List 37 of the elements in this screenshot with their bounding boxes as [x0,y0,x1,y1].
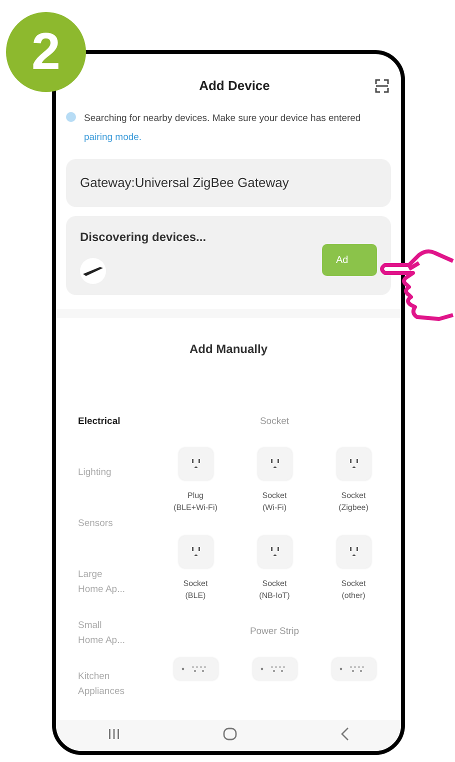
device-label: Socket (Zigbee) [338,490,368,514]
power-strip-icon[interactable] [332,658,376,680]
category-item[interactable]: Sensors [78,516,128,568]
device-label: Socket (NB-IoT) [259,578,290,602]
step-badge: 2 [6,12,86,92]
section-heading: Socket [258,415,290,430]
device-label: Plug (BLE+Wi-Fi) [174,490,218,514]
add-button[interactable]: Ad [322,244,377,276]
recents-icon[interactable] [108,728,120,740]
discovering-label: Discovering devices... [80,230,206,244]
category-item[interactable]: Small Home Ap... [78,618,128,670]
socket-icon[interactable] [336,448,370,480]
category-item[interactable]: Large Home Ap... [78,567,128,618]
section-heading: Power Strip [248,625,300,640]
device-label: Socket (Wi-Fi) [262,490,287,514]
power-strip-icon[interactable] [252,658,296,680]
socket-icon[interactable] [336,536,370,568]
notice-text: Searching for nearby devices. Make sure your device has entered pairing mode. [84,112,361,145]
scan-icon[interactable] [375,78,389,93]
device-icon [80,258,106,284]
section-title: Add Manually [188,342,268,356]
home-icon[interactable] [222,726,236,741]
socket-icon[interactable] [258,448,292,480]
back-icon[interactable] [340,726,350,741]
device-label: Socket (BLE) [183,578,208,602]
socket-icon[interactable] [178,536,212,568]
gateway-card[interactable]: Gateway:Universal ZigBee Gateway [66,158,391,208]
device-label: Socket (other) [341,578,366,602]
info-icon [66,112,76,122]
power-strip-icon[interactable] [174,658,218,680]
pairing-mode-link[interactable]: pairing mode. [84,132,142,143]
socket-icon[interactable] [258,536,292,568]
category-item[interactable]: Electrical [78,414,128,466]
category-item[interactable]: Lighting [78,465,128,516]
socket-icon[interactable] [178,448,212,480]
screen-title: Add Device [199,78,270,94]
category-item[interactable]: Kitchen Appliances [78,669,128,720]
